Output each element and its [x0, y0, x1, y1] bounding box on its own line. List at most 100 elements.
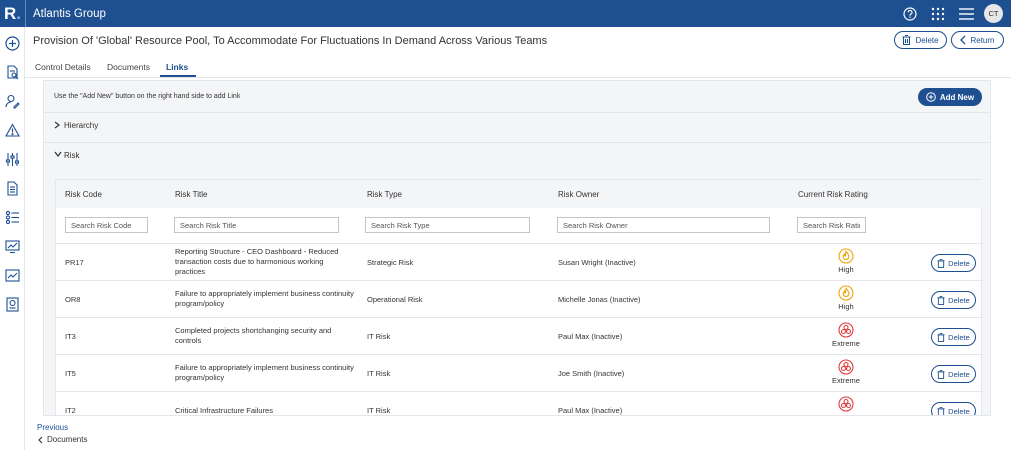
risk-code: IT5 — [65, 369, 76, 378]
header-delete-button[interactable]: Delete — [894, 31, 947, 49]
section-hierarchy-label: Hierarchy — [64, 121, 99, 130]
risk-owner: Susan Wright (Inactive) — [558, 258, 636, 267]
row-delete-button[interactable]: Delete — [931, 402, 976, 416]
risk-rating: High — [816, 248, 876, 274]
risk-title: Critical Infrastructure Failures — [175, 406, 273, 415]
risk-rating: Extreme — [816, 359, 876, 385]
header-delete-label: Delete — [915, 35, 939, 45]
risk-code: PR17 — [65, 258, 84, 267]
risk-type: Operational Risk — [367, 295, 423, 304]
chevron-left-icon — [960, 35, 966, 45]
section-risk[interactable]: Risk — [44, 142, 990, 166]
row-delete-label: Delete — [948, 406, 970, 416]
column-header-risk-type[interactable]: Risk Type — [367, 190, 402, 199]
chart-icon[interactable] — [4, 267, 21, 284]
search-risk-owner-input[interactable] — [557, 217, 770, 233]
links-panel: Use the "Add New" button on the right ha… — [43, 80, 991, 416]
column-header-current-risk-rating[interactable]: Current Risk Rating — [798, 190, 868, 199]
risk-table-header: Risk Code Risk Title Risk Type Risk Owne… — [56, 180, 983, 208]
search-risk-code-input[interactable] — [65, 217, 148, 233]
left-rail — [0, 27, 25, 450]
risk-code: IT3 — [65, 332, 76, 341]
risk-rating-label: Extreme — [832, 376, 860, 385]
table-row[interactable]: PR17 Reporting Structure - CEO Dashboard… — [56, 244, 983, 281]
extreme-risk-icon — [838, 359, 854, 375]
warning-icon[interactable] — [4, 122, 21, 139]
add-new-button[interactable]: Add New — [918, 88, 982, 106]
report-icon[interactable] — [4, 296, 21, 313]
row-delete-button[interactable]: Delete — [931, 254, 976, 272]
risk-title: Failure to appropriately implement busin… — [175, 363, 354, 382]
add-new-label: Add New — [939, 92, 975, 102]
previous-documents-link[interactable]: Documents — [38, 435, 87, 444]
apps-grid-icon[interactable] — [924, 0, 952, 27]
document-search-icon[interactable] — [4, 64, 21, 81]
sliders-icon[interactable] — [4, 151, 21, 168]
trash-icon — [902, 35, 911, 45]
risk-type: Strategic Risk — [367, 258, 414, 267]
top-bar: R. Atlantis Group CT — [0, 0, 1011, 27]
app-name: Atlantis Group — [33, 7, 106, 20]
tab-documents[interactable]: Documents — [107, 62, 150, 72]
links-info-text: Use the "Add New" button on the right ha… — [54, 93, 241, 100]
row-delete-button[interactable]: Delete — [931, 328, 976, 346]
risk-rating-label: High — [838, 265, 854, 274]
risk-title: Completed projects shortchanging securit… — [175, 326, 332, 345]
risk-type: IT Risk — [367, 332, 391, 341]
return-button[interactable]: Return — [951, 31, 1004, 49]
chevron-left-icon — [38, 436, 43, 443]
trash-icon — [937, 332, 945, 342]
user-avatar[interactable]: CT — [984, 4, 1003, 23]
search-risk-type-input[interactable] — [365, 217, 530, 233]
trash-icon — [937, 369, 945, 379]
trash-icon — [937, 406, 945, 415]
risk-rating-label: Extreme — [832, 339, 860, 348]
column-header-risk-title[interactable]: Risk Title — [175, 190, 207, 199]
tab-bar: Control Details Documents Links — [25, 54, 1011, 78]
flame-icon — [838, 285, 854, 301]
search-risk-title-input[interactable] — [174, 217, 339, 233]
table-row[interactable]: OR8 Failure to appropriately implement b… — [56, 281, 983, 318]
search-risk-rating-input[interactable] — [797, 217, 866, 233]
risk-owner: Paul Max (Inactive) — [558, 332, 623, 341]
help-icon[interactable] — [896, 0, 924, 27]
row-delete-label: Delete — [948, 369, 970, 379]
extreme-risk-icon — [838, 322, 854, 338]
table-row[interactable]: IT3 Completed projects shortchanging sec… — [56, 318, 983, 355]
table-row[interactable]: IT5 Failure to appropriately implement b… — [56, 355, 983, 392]
tab-control-details[interactable]: Control Details — [35, 62, 91, 72]
checklist-icon[interactable] — [4, 209, 21, 226]
tab-links[interactable]: Links — [166, 62, 188, 72]
row-delete-label: Delete — [948, 258, 970, 268]
trash-icon — [937, 258, 945, 268]
column-header-risk-code[interactable]: Risk Code — [65, 190, 102, 199]
page-title: Provision Of 'Global' Resource Pool, To … — [33, 35, 548, 47]
flame-icon — [838, 248, 854, 264]
risk-title: Failure to appropriately implement busin… — [175, 289, 354, 308]
plus-circle-icon — [926, 92, 936, 102]
risk-owner: Paul Max (Inactive) — [558, 406, 623, 415]
row-delete-button[interactable]: Delete — [931, 365, 976, 383]
active-tab-indicator — [160, 75, 196, 77]
section-risk-label: Risk — [64, 151, 80, 160]
user-edit-icon[interactable] — [4, 93, 21, 110]
row-delete-button[interactable]: Delete — [931, 291, 976, 309]
return-label: Return — [970, 35, 995, 45]
risk-title: Reporting Structure - CEO Dashboard - Re… — [175, 247, 339, 276]
monitor-icon[interactable] — [4, 238, 21, 255]
chevron-right-icon — [54, 121, 60, 129]
risk-table: Risk Code Risk Title Risk Type Risk Owne… — [55, 179, 983, 416]
row-delete-label: Delete — [948, 295, 970, 305]
document-list-icon[interactable] — [4, 180, 21, 197]
plus-circle-icon[interactable] — [4, 35, 21, 52]
risk-rating-label: High — [838, 302, 854, 311]
links-info-bar: Use the "Add New" button on the right ha… — [44, 81, 990, 111]
app-logo[interactable]: R. — [0, 0, 26, 27]
column-header-risk-owner[interactable]: Risk Owner — [558, 190, 599, 199]
risk-code: OR8 — [65, 295, 81, 304]
risk-type: IT Risk — [367, 369, 391, 378]
risk-rating: Extreme — [816, 322, 876, 348]
table-row[interactable]: IT2 Critical Infrastructure Failures IT … — [56, 392, 983, 416]
hamburger-menu-icon[interactable] — [952, 0, 980, 27]
section-hierarchy[interactable]: Hierarchy — [44, 112, 990, 136]
